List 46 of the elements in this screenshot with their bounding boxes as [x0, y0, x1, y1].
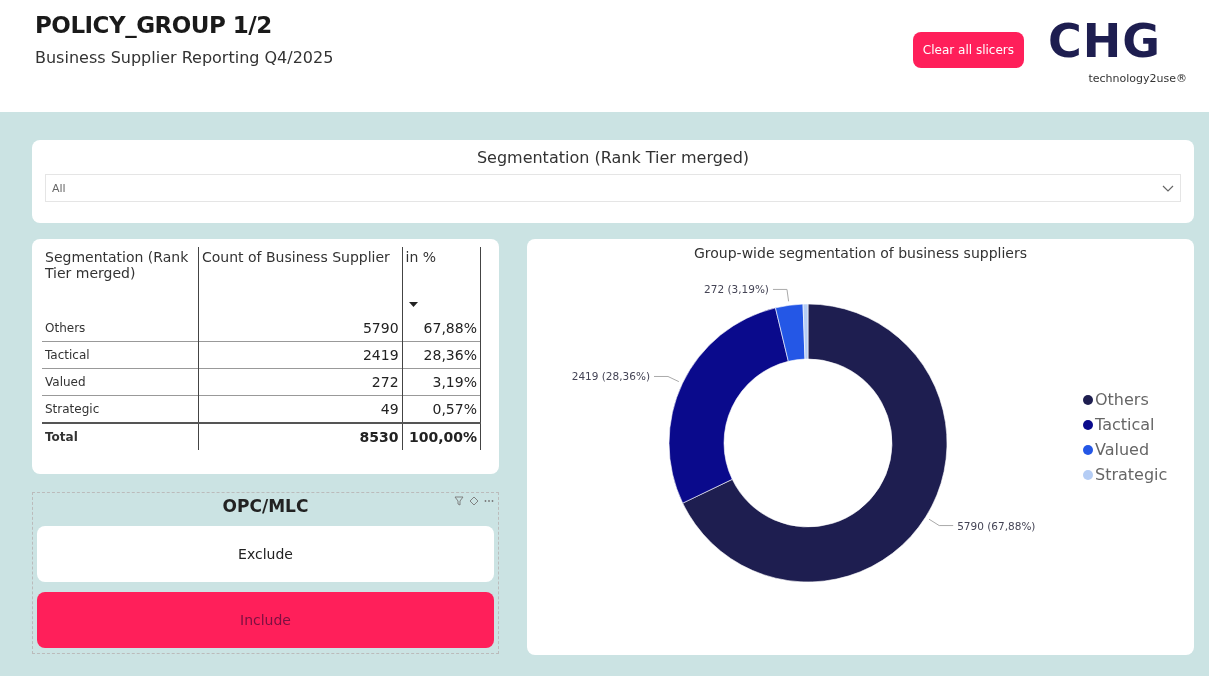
table-cell: 28,36% — [423, 347, 477, 363]
data-label: 5790 (67,88%) — [957, 519, 1036, 532]
table-cell: Strategic — [45, 402, 100, 416]
column-header[interactable]: Count of Business Supplier — [202, 249, 399, 265]
leader-line — [772, 288, 790, 302]
slicer-title: Segmentation (Rank Tier merged) — [476, 148, 750, 167]
table-cell: 272 — [371, 374, 399, 390]
table-cell: 3,19% — [432, 374, 477, 390]
sort-descending-icon[interactable] — [408, 302, 418, 307]
legend-label[interactable]: Strategic — [1095, 465, 1168, 484]
table-cell: Others — [45, 321, 86, 335]
data-label: 2419 (28,36%) — [571, 370, 650, 383]
report-title: POLICY_GROUP 1/2 — [35, 12, 273, 38]
logo-tagline: technology2use® — [1088, 72, 1187, 85]
total-cell: Total — [45, 430, 78, 444]
eraser-icon[interactable] — [469, 496, 479, 506]
donut-slice[interactable] — [775, 303, 806, 362]
chart-title: Group-wide segmentation of business suppliers — [694, 245, 1027, 261]
legend-label[interactable]: Valued — [1095, 440, 1150, 459]
table-cell: 0,57% — [432, 401, 477, 417]
table-cell: 67,88% — [423, 320, 477, 336]
report-subtitle: Business Supplier Reporting Q4/2025 — [35, 48, 335, 67]
slicer-title: OPC/MLC — [222, 496, 309, 516]
table-cell: Valued — [45, 375, 86, 389]
legend-label[interactable]: Others — [1095, 390, 1149, 409]
table-cell: 2419 — [362, 347, 399, 363]
filter-icon[interactable] — [454, 496, 464, 506]
leader-line — [653, 376, 680, 383]
clear-slicers-button[interactable]: Clear all slicers — [912, 32, 1024, 68]
table-cell: Tactical — [45, 348, 90, 362]
column-header[interactable]: in % — [405, 249, 477, 265]
chevron-down-icon — [1162, 184, 1174, 192]
table-cell: 5790 — [362, 320, 399, 336]
total-cell: 8530 — [359, 429, 399, 445]
dropdown[interactable]: All — [45, 174, 1181, 202]
more-options-icon[interactable] — [484, 499, 494, 503]
data-label: 272 (3,19%) — [704, 283, 769, 296]
column-header[interactable]: Segmentation (Rank Tier merged) — [45, 249, 195, 281]
table-cell: 49 — [380, 401, 399, 417]
leader-line — [928, 518, 954, 527]
donut-slice[interactable] — [682, 303, 948, 583]
donut-slice[interactable] — [668, 307, 789, 504]
logo-wordmark: CHG — [1048, 18, 1161, 64]
total-cell: 100,00% — [408, 429, 477, 445]
slicer-option-button[interactable]: Exclude — [37, 526, 494, 582]
legend-label[interactable]: Tactical — [1095, 415, 1155, 434]
